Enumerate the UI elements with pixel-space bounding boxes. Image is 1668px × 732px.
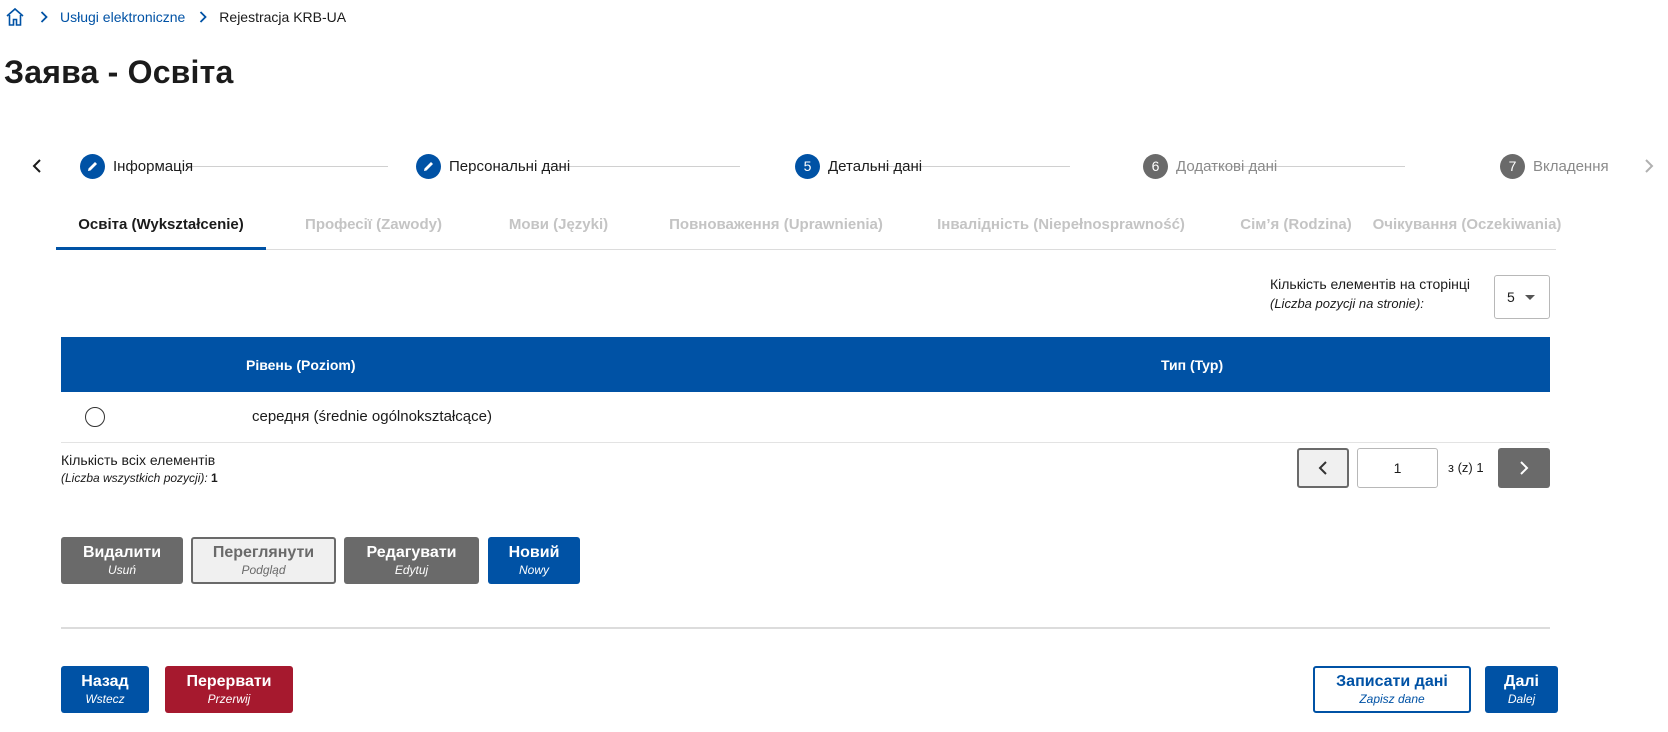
- edit-button-label: Редагувати: [366, 544, 457, 561]
- step-label: Детальні дані: [828, 157, 923, 175]
- step-attachments[interactable]: 7 Вкладення: [1500, 153, 1609, 179]
- page-title: Заява - Освіта: [4, 54, 234, 90]
- pencil-icon: [80, 153, 105, 179]
- column-header-level[interactable]: Рівень (Poziom): [246, 337, 1161, 392]
- pager-of-text: з (z) 1: [1448, 460, 1484, 475]
- view-button[interactable]: Переглянути Podgląd: [191, 537, 336, 584]
- tab-family[interactable]: Сім’я (Rodzina): [1216, 210, 1376, 250]
- per-page-text: Кількість елементів на сторінці: [1270, 276, 1471, 292]
- view-button-label: Переглянути: [212, 544, 315, 561]
- save-button-sublabel: Zapisz dane: [1359, 692, 1425, 706]
- per-page-label: Кількість елементів на сторінці (Liczba …: [1270, 276, 1470, 311]
- step-label: Вкладення: [1533, 157, 1609, 175]
- step-connector: [188, 166, 388, 167]
- breadcrumb: Usługi elektroniczne Rejestracja KRB-UA: [4, 6, 346, 28]
- total-label: Кількість всіх елементів: [61, 452, 216, 468]
- pager-next-button[interactable]: [1498, 448, 1550, 488]
- step-number: 6: [1143, 153, 1168, 179]
- tab-disability[interactable]: Інвалідність (Niepełnosprawność): [912, 210, 1210, 250]
- next-button-label: Далі: [1504, 673, 1539, 690]
- chevron-right-icon: [1520, 461, 1529, 475]
- step-label: Персональні дані: [449, 157, 571, 175]
- step-connector: [545, 166, 740, 167]
- abort-button-label: Перервати: [186, 673, 272, 690]
- next-button[interactable]: Далі Dalej: [1485, 666, 1558, 713]
- view-button-sublabel: Podgląd: [241, 563, 286, 577]
- next-button-sublabel: Dalej: [1507, 692, 1536, 706]
- per-page-select[interactable]: 5: [1494, 275, 1550, 319]
- save-button[interactable]: Записати дані Zapisz dane: [1313, 666, 1471, 713]
- total-count-value: 1: [211, 471, 218, 485]
- chevron-right-icon: [199, 11, 208, 23]
- tab-education[interactable]: Освіта (Wykształcenie): [56, 210, 266, 250]
- total-count: Кількість всіх елементів (Liczba wszystk…: [61, 452, 218, 485]
- table-row[interactable]: середня (średnie ogólnokształcące): [61, 392, 1550, 442]
- per-page-text-pl: (Liczba pozycji na stronie):: [1270, 296, 1424, 311]
- breadcrumb-current: Rejestracja KRB-UA: [219, 9, 347, 25]
- section-divider: [61, 627, 1550, 629]
- step-personal-data[interactable]: Персональні дані: [416, 153, 570, 179]
- step-detailed-data[interactable]: 5 Детальні дані: [795, 153, 922, 179]
- pager-page-input[interactable]: [1357, 448, 1438, 488]
- back-button-sublabel: Wstecz: [85, 692, 125, 706]
- row-radio[interactable]: [85, 406, 105, 427]
- abort-button-sublabel: Przerwij: [207, 692, 251, 706]
- new-button-label: Новий: [508, 544, 560, 561]
- edit-button[interactable]: Редагувати Edytuj: [344, 537, 479, 584]
- breadcrumb-link-services[interactable]: Usługi elektroniczne: [60, 9, 185, 25]
- delete-button-sublabel: Usuń: [107, 563, 136, 577]
- select-column-header: [61, 337, 246, 392]
- pencil-icon: [416, 153, 441, 179]
- chevron-left-icon: [1318, 461, 1327, 475]
- tab-expectations[interactable]: Очікування (Oczekiwania): [1373, 210, 1562, 250]
- step-label: Інформація: [113, 157, 194, 175]
- back-button-label: Назад: [81, 673, 129, 690]
- step-label: Додаткові дані: [1176, 157, 1278, 175]
- step-number: 5: [795, 153, 820, 179]
- column-header-type[interactable]: Тип (Typ): [1161, 337, 1550, 392]
- tab-permissions[interactable]: Повноваження (Uprawnienia): [646, 210, 906, 250]
- tab-bar: Освіта (Wykształcenie) Професії (Zawody)…: [56, 210, 1562, 250]
- cell-type: [1161, 392, 1550, 442]
- step-additional-data[interactable]: 6 Додаткові дані: [1143, 153, 1277, 179]
- total-label-pl-text: (Liczba wszystkich pozycji):: [61, 471, 208, 485]
- chevron-right-icon: [40, 11, 48, 23]
- tab-professions[interactable]: Професії (Zawody): [276, 210, 471, 250]
- step-number: 7: [1500, 153, 1525, 179]
- stepper-prev-icon[interactable]: [26, 152, 48, 180]
- abort-button[interactable]: Перервати Przerwij: [165, 666, 293, 713]
- step-information[interactable]: Інформація: [80, 153, 193, 179]
- tab-languages[interactable]: Мови (Języki): [476, 210, 641, 250]
- per-page-value: 5: [1507, 289, 1515, 305]
- wizard-stepper: Інформація Персональні дані 5 Детальні д…: [0, 150, 1668, 182]
- cell-level: середня (średnie ogólnokształcące): [252, 408, 492, 426]
- new-button-sublabel: Nowy: [518, 563, 549, 577]
- home-icon[interactable]: [4, 6, 26, 28]
- edit-button-sublabel: Edytuj: [394, 563, 429, 577]
- new-button[interactable]: Новий Nowy: [488, 537, 580, 584]
- save-button-label: Записати дані: [1336, 673, 1448, 690]
- total-label-pl: (Liczba wszystkich pozycji): 1: [61, 471, 218, 485]
- pager-prev-button[interactable]: [1297, 448, 1349, 488]
- table-header-row: Рівень (Poziom) Тип (Typ): [61, 337, 1550, 392]
- delete-button-label: Видалити: [82, 544, 162, 561]
- education-table: Рівень (Poziom) Тип (Typ) середня (średn…: [61, 337, 1550, 443]
- back-button[interactable]: Назад Wstecz: [61, 666, 149, 713]
- caret-down-icon: [1525, 295, 1535, 300]
- delete-button[interactable]: Видалити Usuń: [61, 537, 183, 584]
- row-select-cell: [61, 392, 246, 442]
- stepper-next-icon[interactable]: [1638, 152, 1660, 180]
